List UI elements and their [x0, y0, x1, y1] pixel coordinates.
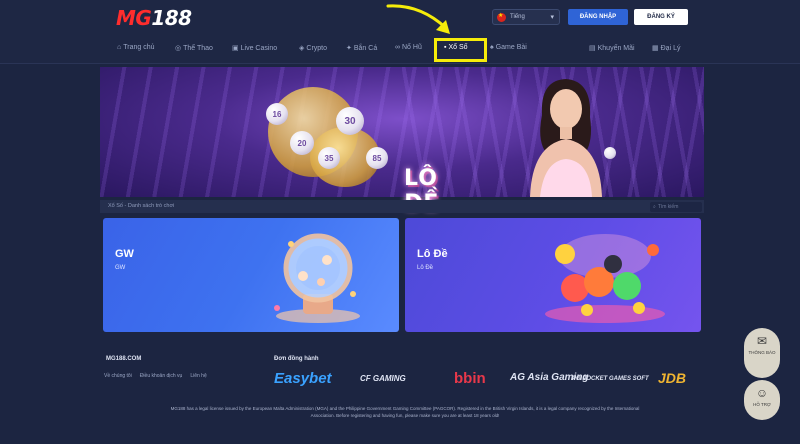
nav-item-home[interactable]: ⌂ Trang chủ [117, 44, 155, 51]
legal-notice: MG188 has a legal license issued by the … [170, 406, 640, 418]
search-icon: ⌕ [653, 204, 656, 210]
breadcrumb: Xổ Số - Danh sách trò chơi [108, 203, 175, 209]
card-subtitle: Lô Đề [417, 265, 434, 271]
partner-easybet-logo: Easybet [274, 370, 332, 387]
nav-item-agent[interactable]: ▦ Đại Lý [652, 44, 681, 53]
home-icon: ⌂ [117, 44, 122, 51]
game-card-lo-de[interactable]: Lô Đề Lô Đề [405, 218, 701, 332]
logo-prefix: MG [116, 6, 152, 30]
crypto-icon: ◈ [299, 45, 305, 52]
game-list-bar: Xổ Số - Danh sách trò chơi [100, 200, 704, 213]
highlight-box [434, 38, 487, 62]
notification-widget[interactable]: ✉ THÔNG BÁO [744, 328, 780, 378]
pointer-arrow-icon [386, 4, 450, 34]
cards-icon: ♠ [490, 44, 494, 51]
casino-icon: ▣ [232, 45, 239, 52]
fish-icon: ✦ [346, 45, 352, 52]
site-logo[interactable]: MG188 [116, 6, 192, 30]
chevron-down-icon: ▾ [550, 14, 554, 21]
lottery-machine-image [274, 233, 360, 323]
main-nav: ⌂ Trang chủ ◎ Thể Thao ▣ Live Casino ◈ Crypt… [0, 42, 800, 60]
hero-banner[interactable]: 16 30 20 35 85 [100, 67, 704, 197]
language-label: Tiếng [510, 14, 525, 20]
footer-link-contact[interactable]: Liên hệ [190, 373, 206, 379]
widget-label: HỖ TRỢ [753, 402, 771, 407]
vietnam-flag-icon [497, 12, 506, 22]
footer-links: Về chúng tôi Điều khoản dịch vụ Liên hệ [104, 373, 207, 379]
footer-link-terms[interactable]: Điều khoản dịch vụ [140, 373, 183, 379]
agent-icon: ▦ [652, 45, 659, 52]
nav-item-card-games[interactable]: ♠ Game Bài [490, 44, 527, 51]
sports-icon: ◎ [175, 45, 182, 52]
nav-label: Thể Thao [183, 44, 213, 52]
nav-item-promotions[interactable]: ▤ Khuyến Mãi [589, 44, 635, 53]
partner-cf-gaming-logo: CF GAMING [360, 374, 406, 383]
nav-label: Nổ Hũ [402, 44, 422, 51]
bell-icon: ✉ [756, 334, 768, 348]
register-button[interactable]: ĐĂNG KÝ [634, 9, 688, 25]
card-subtitle: GW [115, 265, 126, 271]
partner-logos: Easybet CF GAMING bbin AG Asia Gaming PG… [274, 370, 694, 392]
language-select[interactable]: Tiếng ▾ [492, 9, 560, 25]
nav-label: Khuyến Mãi [597, 44, 635, 52]
card-title: Lô Đề [417, 248, 448, 260]
lottery-ball: 35 [318, 147, 340, 169]
headset-icon: ☺ [755, 386, 769, 400]
nav-item-sports[interactable]: ◎ Thể Thao [175, 44, 213, 53]
lottery-ball: 16 [266, 103, 288, 125]
search-placeholder: Tìm kiếm [657, 204, 679, 210]
nav-label: Đại Lý [660, 44, 681, 52]
nav-label: Live Casino [240, 44, 278, 52]
nav-item-slots[interactable]: ∞ Nổ Hũ [395, 44, 422, 51]
partner-jdb-logo: JDB [658, 370, 687, 386]
lottery-ball: 85 [366, 147, 388, 169]
login-button[interactable]: ĐĂNG NHẬP [568, 9, 628, 25]
partner-title: Đơn đồng hành [274, 356, 319, 362]
nav-label: Trang chủ [123, 44, 155, 51]
lottery-balls-image [545, 234, 665, 323]
game-card-gw[interactable]: GW GW [103, 218, 399, 332]
footer-link-about[interactable]: Về chúng tôi [104, 373, 132, 379]
nav-label: Bắn Cá [353, 44, 378, 52]
logo-suffix: 188 [151, 6, 192, 30]
nav-item-fishing[interactable]: ✦ Bắn Cá [346, 44, 378, 53]
widget-label: THÔNG BÁO [748, 350, 776, 355]
nav-item-live-casino[interactable]: ▣ Live Casino [232, 44, 278, 53]
card-title: GW [115, 248, 134, 260]
banner-model-image [530, 79, 602, 197]
footer-brand: MG188.COM [106, 356, 142, 362]
lottery-ball-small [604, 147, 616, 159]
support-widget[interactable]: ☺ HỖ TRỢ [744, 380, 780, 420]
site-footer: MG188.COM Về chúng tôi Điều khoản dịch v… [0, 340, 800, 444]
search-input[interactable]: ⌕ Tìm kiếm [650, 202, 702, 212]
lottery-ball: 30 [336, 107, 364, 135]
nav-item-crypto[interactable]: ◈ Crypto [299, 44, 328, 53]
partner-pg-logo: PG POCKET GAMES SOFT [572, 376, 649, 382]
partner-bbin-logo: bbin [454, 370, 486, 387]
gift-icon: ▤ [589, 45, 596, 52]
nav-label: Crypto [306, 44, 328, 52]
slot-icon: ∞ [395, 44, 400, 51]
nav-label: Game Bài [495, 44, 527, 51]
lottery-ball: 20 [290, 131, 314, 155]
